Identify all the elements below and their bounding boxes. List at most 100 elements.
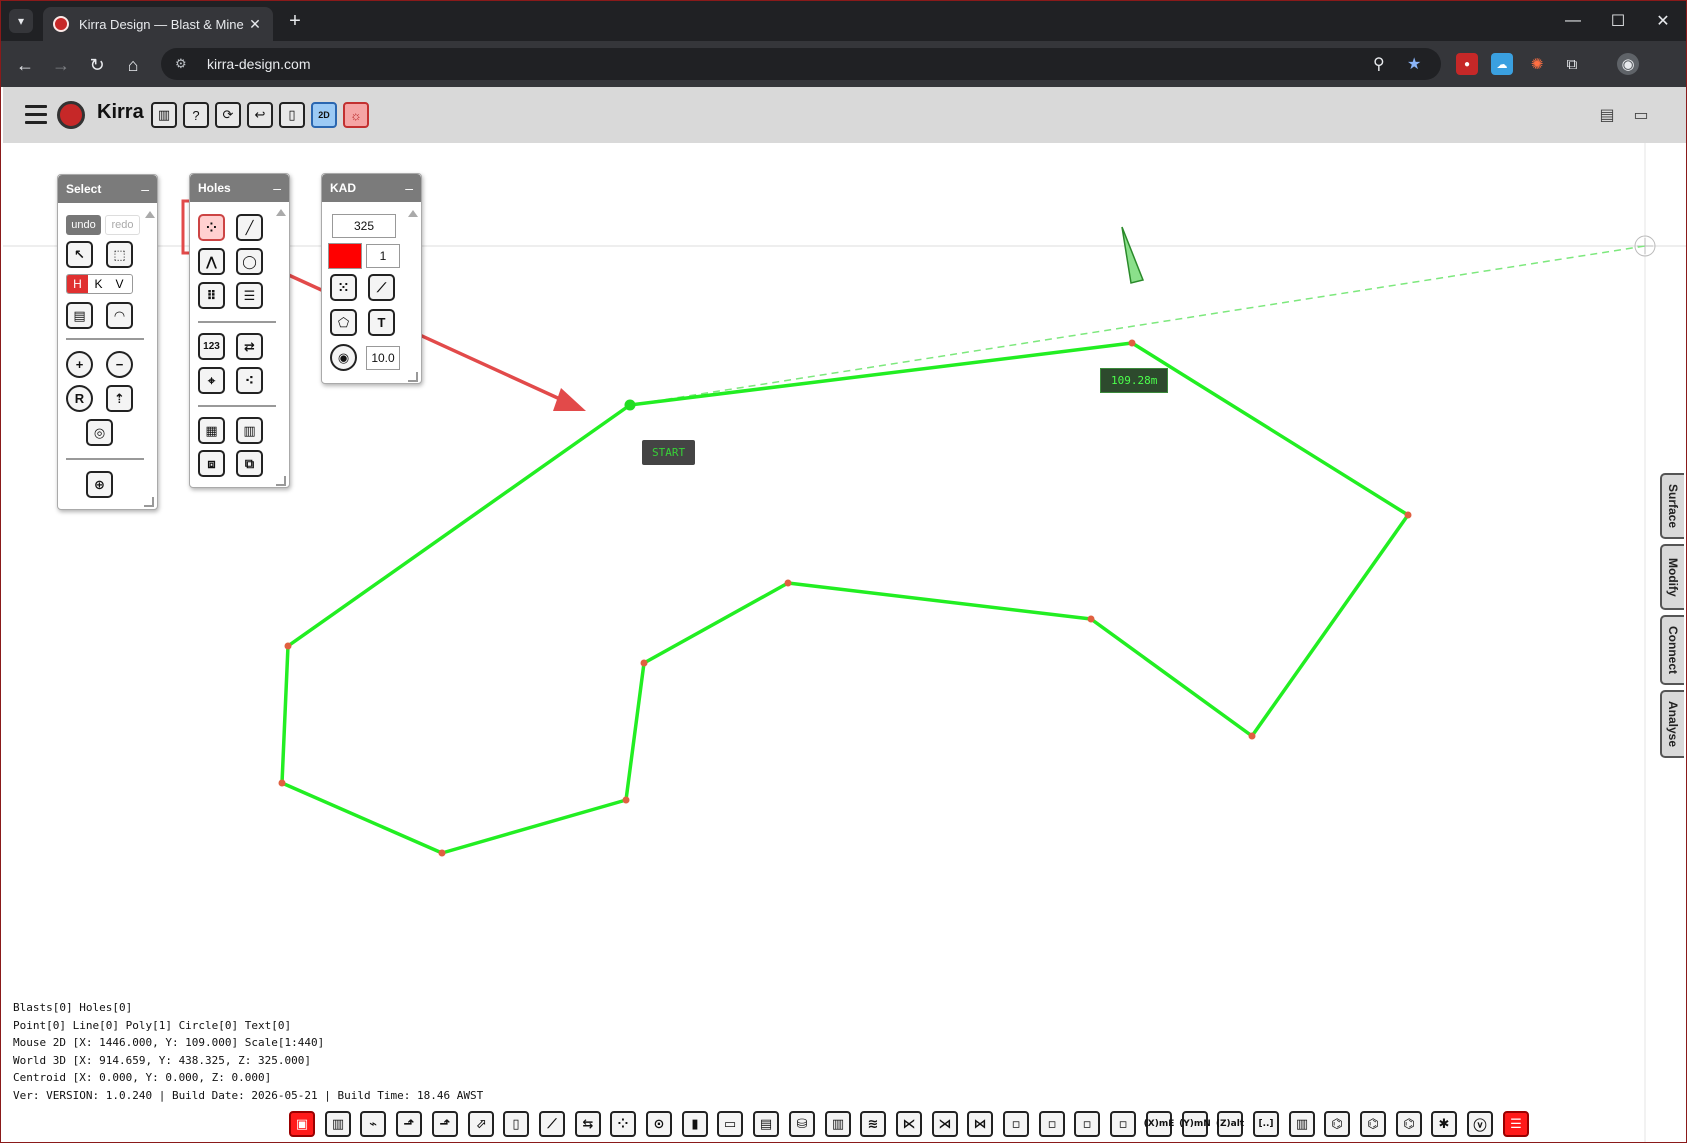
- zoom-in-icon[interactable]: +: [66, 351, 93, 378]
- globe-settings-icon[interactable]: ⊕: [86, 471, 113, 498]
- minimize-panel-icon[interactable]: –: [405, 180, 413, 196]
- vertex[interactable]: [1087, 615, 1095, 623]
- bottom-tool-29-icon[interactable]: ▥: [1289, 1111, 1315, 1137]
- site-info-icon[interactable]: ⚙: [175, 56, 193, 72]
- hamburger-menu-icon[interactable]: [25, 105, 47, 125]
- bottom-tool-17-icon[interactable]: ≋: [860, 1111, 886, 1137]
- theme-sun-icon[interactable]: ☼: [343, 102, 369, 128]
- scroll-up-icon[interactable]: [408, 210, 418, 217]
- modify-tab[interactable]: Modify: [1660, 544, 1684, 610]
- bottom-tool-25[interactable]: (X)mE: [1144, 1111, 1174, 1137]
- back-icon[interactable]: ←: [11, 51, 39, 79]
- bottom-tool-23-icon[interactable]: ▫: [1074, 1111, 1100, 1137]
- hole-path-icon[interactable]: ⋀: [198, 248, 225, 275]
- kad-circle-icon[interactable]: ◉: [330, 344, 357, 371]
- resize-grip-icon[interactable]: [408, 372, 418, 382]
- vertex[interactable]: [438, 849, 446, 857]
- bottom-tool-13-icon[interactable]: ▭: [717, 1111, 743, 1137]
- vertex[interactable]: [1248, 732, 1256, 740]
- bottom-tool-10-icon[interactable]: ⁘: [610, 1111, 636, 1137]
- bottom-tool-15-icon[interactable]: ⛁: [789, 1111, 815, 1137]
- kad-polygon-icon[interactable]: ⬠: [330, 309, 357, 336]
- list-view-icon[interactable]: ▤: [1595, 103, 1619, 127]
- split-icon[interactable]: ⧉: [236, 450, 263, 477]
- maximize-icon[interactable]: ☐: [1593, 1, 1643, 41]
- zoom-icon[interactable]: ⚲: [1373, 48, 1385, 80]
- bottom-tool-31-icon[interactable]: ⌬: [1360, 1111, 1386, 1137]
- bottom-tool-5-icon[interactable]: ⬏: [432, 1111, 458, 1137]
- select-panel-header[interactable]: Select –: [58, 175, 157, 203]
- bottom-tool-35-icon[interactable]: ☰: [1503, 1111, 1529, 1137]
- bottom-tool-12-icon[interactable]: ▮: [682, 1111, 708, 1137]
- bottom-tool-21-icon[interactable]: ▫: [1003, 1111, 1029, 1137]
- address-bar[interactable]: ⚙ kirra-design.com ⚲ ★: [161, 48, 1441, 80]
- bottom-tool-16-icon[interactable]: ▥: [825, 1111, 851, 1137]
- extensions-icon[interactable]: ⧉: [1561, 53, 1583, 75]
- kad-polygon[interactable]: [280, 341, 1410, 855]
- table-settings-icon[interactable]: ▦: [198, 417, 225, 444]
- scroll-up-icon[interactable]: [276, 209, 286, 216]
- window-close-icon[interactable]: ✕: [1638, 1, 1686, 41]
- vertex[interactable]: [284, 642, 292, 650]
- grid-pattern-icon[interactable]: ⠿: [198, 282, 225, 309]
- merge-icon[interactable]: ⧈: [198, 450, 225, 477]
- bottom-tool-7-icon[interactable]: ▯: [503, 1111, 529, 1137]
- bottom-tool-28[interactable]: [..]: [1253, 1111, 1279, 1137]
- zoom-out-icon[interactable]: −: [106, 351, 133, 378]
- resize-grip-icon[interactable]: [276, 476, 286, 486]
- home-icon[interactable]: ⌂: [119, 51, 147, 79]
- vertex[interactable]: [784, 579, 792, 587]
- folder-icon[interactable]: ▭: [1629, 103, 1653, 127]
- vertex[interactable]: [278, 779, 286, 787]
- numbering-icon[interactable]: 123: [198, 333, 225, 360]
- extension-2-icon[interactable]: ☁: [1491, 53, 1513, 75]
- profile-icon[interactable]: ◉: [1617, 53, 1639, 75]
- color-swatch[interactable]: [328, 243, 362, 269]
- new-tab-icon[interactable]: +: [283, 9, 307, 33]
- vertex[interactable]: [1404, 511, 1412, 519]
- bottom-tool-27[interactable]: (Z)alt: [1216, 1111, 1244, 1137]
- radius-input[interactable]: 10.0: [366, 346, 400, 370]
- bottom-tool-14-icon[interactable]: ▤: [753, 1111, 779, 1137]
- browser-tab[interactable]: Kirra Design — Blast & Mine De ✕: [43, 7, 273, 41]
- ruler-icon[interactable]: ▤: [66, 302, 93, 329]
- kad-panel-header[interactable]: KAD –: [322, 174, 421, 202]
- tab-list-icon[interactable]: ▾: [9, 9, 33, 33]
- reload-icon[interactable]: ↻: [83, 51, 111, 79]
- elevation-input[interactable]: 325: [332, 214, 396, 238]
- bottom-tool-11-icon[interactable]: ⊙: [646, 1111, 672, 1137]
- crosshair-target-icon[interactable]: ⌖: [198, 367, 225, 394]
- holes-panel-header[interactable]: Holes –: [190, 174, 289, 202]
- bookmark-star-icon[interactable]: ★: [1407, 48, 1421, 80]
- v-toggle[interactable]: V: [109, 275, 130, 293]
- target-icon[interactable]: ◎: [86, 419, 113, 446]
- bottom-tool-19-icon[interactable]: ⋊: [932, 1111, 958, 1137]
- connect-tab[interactable]: Connect: [1660, 615, 1684, 685]
- 2d-3d-toggle-button[interactable]: 2D: [311, 102, 337, 128]
- analyse-tab[interactable]: Analyse: [1660, 690, 1684, 758]
- k-toggle[interactable]: K: [88, 275, 109, 293]
- kad-text-icon[interactable]: T: [368, 309, 395, 336]
- book-icon[interactable]: ▥: [151, 102, 177, 128]
- extension-3-icon[interactable]: ✺: [1526, 53, 1548, 75]
- hole-circle-icon[interactable]: ◯: [236, 248, 263, 275]
- reset-view-icon[interactable]: R: [66, 385, 93, 412]
- forward-icon[interactable]: →: [47, 51, 75, 79]
- fit-view-icon[interactable]: ⇡: [106, 385, 133, 412]
- bottom-tool-6-icon[interactable]: ⬀: [468, 1111, 494, 1137]
- undo-button[interactable]: undo: [66, 215, 101, 235]
- bottom-tool-24-icon[interactable]: ▫: [1110, 1111, 1136, 1137]
- bottom-tool-3-icon[interactable]: ⌁: [360, 1111, 386, 1137]
- bottom-tool-18-icon[interactable]: ⋉: [896, 1111, 922, 1137]
- swap-icon[interactable]: ⇄: [236, 333, 263, 360]
- vertex[interactable]: [1128, 339, 1136, 347]
- bottom-tool-22-icon[interactable]: ▫: [1039, 1111, 1065, 1137]
- minimize-panel-icon[interactable]: –: [141, 181, 149, 197]
- kad-points-icon[interactable]: ⁙: [330, 274, 357, 301]
- add-line-holes-icon[interactable]: ╱: [236, 214, 263, 241]
- vertex[interactable]: [622, 796, 630, 804]
- bottom-tool-30-icon[interactable]: ⌬: [1324, 1111, 1350, 1137]
- line-width-input[interactable]: 1: [366, 244, 400, 268]
- layout-icon[interactable]: ▯: [279, 102, 305, 128]
- help-icon[interactable]: ?: [183, 102, 209, 128]
